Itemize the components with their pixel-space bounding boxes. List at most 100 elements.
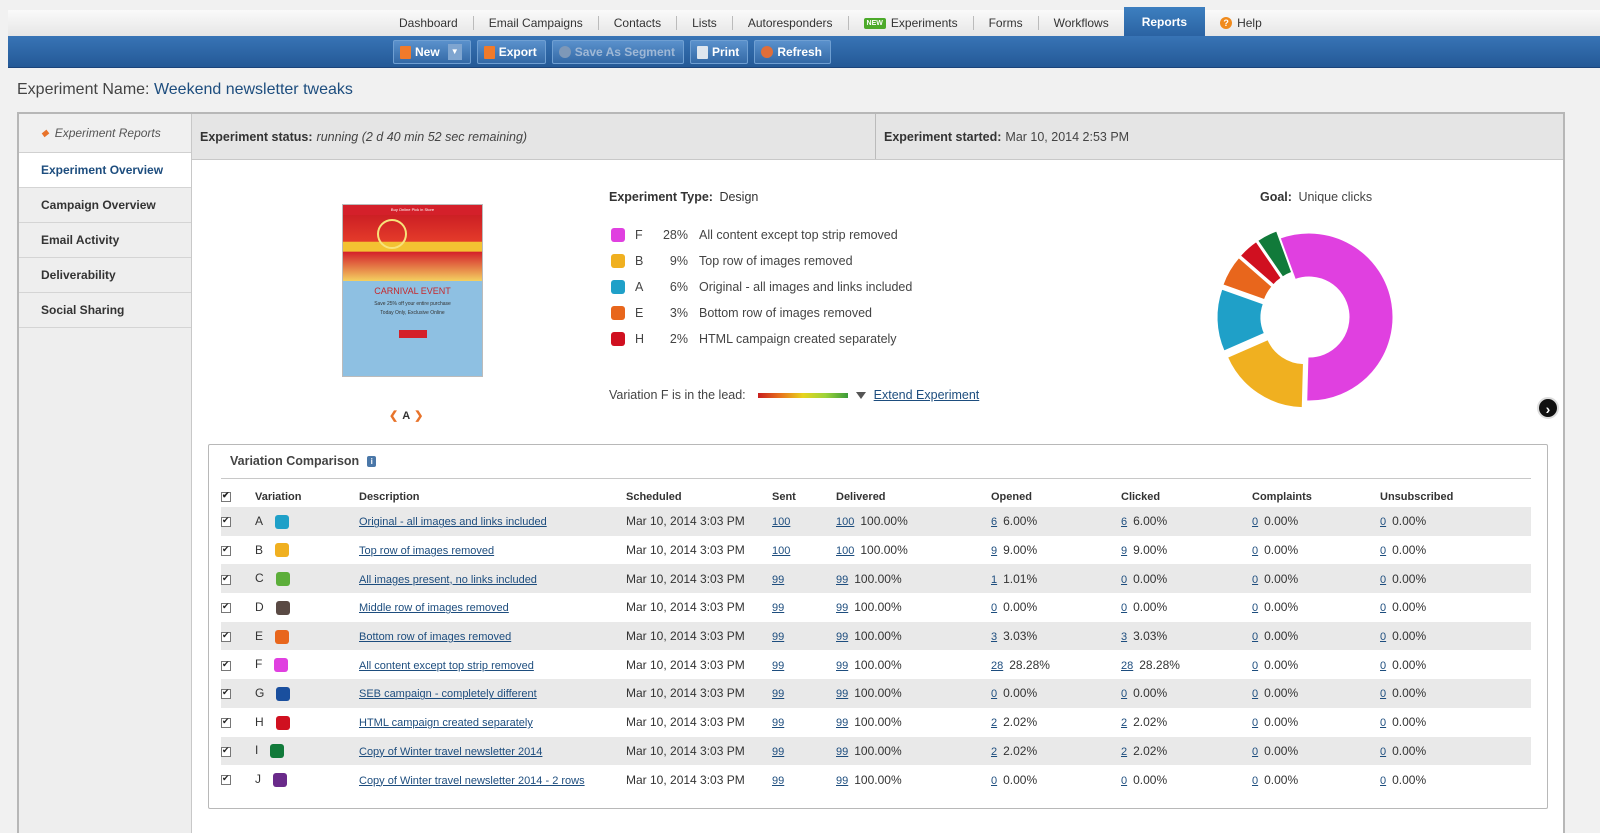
row-checkbox[interactable] [221, 659, 231, 671]
opened-link[interactable]: 9 [991, 545, 997, 557]
nav-workflows[interactable]: Workflows [1039, 16, 1124, 30]
sent-link[interactable]: 99 [772, 775, 784, 787]
variation-description-link[interactable]: Bottom row of images removed [359, 631, 511, 643]
delivered-link[interactable]: 99 [836, 660, 848, 672]
next-arrow-icon[interactable]: › [1537, 397, 1559, 419]
email-preview-thumbnail[interactable]: Buy Online Pick in Store CARNIVAL EVENT … [342, 204, 483, 377]
delivered-link[interactable]: 99 [836, 746, 848, 758]
select-all-checkbox[interactable] [221, 490, 231, 503]
row-checkbox[interactable] [221, 544, 231, 556]
sent-link[interactable]: 100 [772, 545, 790, 557]
unsubscribed-link[interactable]: 0 [1380, 775, 1386, 787]
complaints-link[interactable]: 0 [1252, 775, 1258, 787]
nav-email-campaigns[interactable]: Email Campaigns [474, 16, 599, 30]
complaints-link[interactable]: 0 [1252, 688, 1258, 700]
nav-lists[interactable]: Lists [677, 16, 733, 30]
variation-description-link[interactable]: Copy of Winter travel newsletter 2014 - … [359, 775, 585, 787]
nav-dashboard[interactable]: Dashboard [384, 16, 474, 30]
refresh-button[interactable]: Refresh [754, 40, 831, 64]
variation-description-link[interactable]: Copy of Winter travel newsletter 2014 [359, 746, 542, 758]
opened-link[interactable]: 2 [991, 717, 997, 729]
sidebar-item-deliverability[interactable]: Deliverability [19, 258, 191, 293]
nav-help[interactable]: ? Help [1205, 16, 1277, 30]
complaints-link[interactable]: 0 [1252, 717, 1258, 729]
variation-description-link[interactable]: Original - all images and links included [359, 516, 547, 528]
unsubscribed-link[interactable]: 0 [1380, 631, 1386, 643]
sidebar-item-campaign-overview[interactable]: Campaign Overview [19, 188, 191, 223]
opened-link[interactable]: 6 [991, 516, 997, 528]
delivered-link[interactable]: 99 [836, 631, 848, 643]
row-checkbox[interactable] [221, 601, 231, 614]
delivered-link[interactable]: 99 [836, 574, 848, 586]
nav-contacts[interactable]: Contacts [599, 16, 678, 30]
complaints-link[interactable]: 0 [1252, 660, 1258, 672]
sent-link[interactable]: 99 [772, 574, 784, 586]
opened-link[interactable]: 0 [991, 775, 997, 787]
row-checkbox[interactable] [221, 630, 231, 642]
sent-link[interactable]: 99 [772, 746, 784, 758]
sidebar-item-experiment-overview[interactable]: Experiment Overview [19, 153, 191, 188]
variation-description-link[interactable]: SEB campaign - completely different [359, 688, 537, 700]
complaints-link[interactable]: 0 [1252, 545, 1258, 557]
row-checkbox[interactable] [221, 687, 231, 700]
chevron-left-icon[interactable]: ❮ [389, 409, 398, 422]
clicked-link[interactable]: 0 [1121, 602, 1127, 614]
opened-link[interactable]: 1 [991, 574, 997, 586]
delivered-link[interactable]: 99 [836, 775, 848, 787]
complaints-link[interactable]: 0 [1252, 602, 1258, 614]
variation-description-link[interactable]: HTML campaign created separately [359, 717, 533, 729]
clicked-link[interactable]: 2 [1121, 717, 1127, 729]
sidebar-item-email-activity[interactable]: Email Activity [19, 223, 191, 258]
nav-reports[interactable]: Reports [1123, 7, 1206, 37]
unsubscribed-link[interactable]: 0 [1380, 660, 1386, 672]
complaints-link[interactable]: 0 [1252, 574, 1258, 586]
delivered-link[interactable]: 100 [836, 516, 854, 528]
clicked-link[interactable]: 28 [1121, 660, 1133, 672]
clicked-link[interactable]: 0 [1121, 574, 1127, 586]
opened-link[interactable]: 3 [991, 631, 997, 643]
nav-experiments[interactable]: NEW Experiments [849, 16, 974, 30]
unsubscribed-link[interactable]: 0 [1380, 746, 1386, 758]
chevron-down-icon[interactable]: ▼ [447, 44, 462, 60]
variation-description-link[interactable]: Middle row of images removed [359, 602, 509, 614]
complaints-link[interactable]: 0 [1252, 631, 1258, 643]
unsubscribed-link[interactable]: 0 [1380, 516, 1386, 528]
clicked-link[interactable]: 2 [1121, 746, 1127, 758]
clicked-link[interactable]: 0 [1121, 688, 1127, 700]
row-checkbox[interactable] [221, 573, 231, 585]
variation-description-link[interactable]: Top row of images removed [359, 545, 494, 557]
nav-autoresponders[interactable]: Autoresponders [733, 16, 849, 30]
sidebar-item-social-sharing[interactable]: Social Sharing [19, 293, 191, 328]
opened-link[interactable]: 2 [991, 746, 997, 758]
sent-link[interactable]: 99 [772, 631, 784, 643]
delivered-link[interactable]: 100 [836, 545, 854, 557]
sent-link[interactable]: 99 [772, 660, 784, 672]
unsubscribed-link[interactable]: 0 [1380, 602, 1386, 614]
sent-link[interactable]: 99 [772, 717, 784, 729]
experiment-reports-back-link[interactable]: ◆ Experiment Reports [19, 114, 191, 153]
extend-experiment-link[interactable]: Extend Experiment [874, 388, 980, 402]
chevron-right-icon[interactable]: ❯ [414, 409, 423, 422]
clicked-link[interactable]: 0 [1121, 775, 1127, 787]
delivered-link[interactable]: 99 [836, 688, 848, 700]
opened-link[interactable]: 0 [991, 688, 997, 700]
row-checkbox[interactable] [221, 745, 231, 757]
row-checkbox[interactable] [221, 773, 231, 786]
row-checkbox[interactable] [221, 515, 231, 528]
sent-link[interactable]: 99 [772, 688, 784, 700]
unsubscribed-link[interactable]: 0 [1380, 545, 1386, 557]
info-icon[interactable]: i [367, 455, 377, 467]
variation-description-link[interactable]: All images present, no links included [359, 574, 537, 586]
new-button[interactable]: New ▼ [393, 40, 471, 64]
clicked-link[interactable]: 6 [1121, 516, 1127, 528]
clicked-link[interactable]: 9 [1121, 545, 1127, 557]
complaints-link[interactable]: 0 [1252, 746, 1258, 758]
delivered-link[interactable]: 99 [836, 717, 848, 729]
sent-link[interactable]: 99 [772, 602, 784, 614]
print-button[interactable]: Print [689, 40, 749, 64]
unsubscribed-link[interactable]: 0 [1380, 688, 1386, 700]
complaints-link[interactable]: 0 [1252, 516, 1258, 528]
variation-description-link[interactable]: All content except top strip removed [359, 660, 534, 672]
opened-link[interactable]: 28 [991, 660, 1003, 672]
export-button[interactable]: Export [476, 40, 546, 64]
